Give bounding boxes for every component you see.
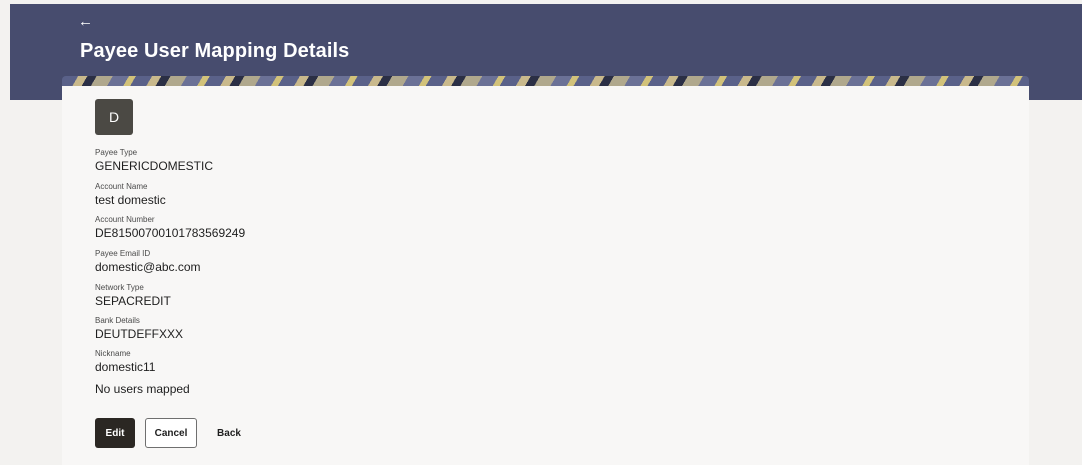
field-label: Account Name <box>95 182 148 191</box>
cancel-button[interactable]: Cancel <box>145 418 197 448</box>
back-button[interactable]: Back <box>212 418 246 448</box>
field-bank-details: Bank Details DEUTDEFFXXX <box>95 316 183 341</box>
no-users-message: No users mapped <box>95 382 190 396</box>
decorative-banner <box>62 76 1029 86</box>
field-account-name: Account Name test domestic <box>95 182 166 207</box>
field-value: GENERICDOMESTIC <box>95 159 214 173</box>
field-label: Network Type <box>95 283 144 292</box>
field-value: domestic@abc.com <box>95 260 201 274</box>
field-label: Payee Type <box>95 148 138 157</box>
field-value: domestic11 <box>95 360 156 374</box>
page-title: Payee User Mapping Details <box>80 40 350 62</box>
field-network-type: Network Type SEPACREDIT <box>95 283 171 308</box>
field-payee-type: Payee Type GENERICDOMESTIC <box>95 148 213 173</box>
back-arrow-icon[interactable]: ← <box>78 14 93 30</box>
field-label: Bank Details <box>95 316 140 325</box>
field-value: SEPACREDIT <box>95 294 171 308</box>
field-value: DE81500700101783569249 <box>95 226 246 240</box>
edit-button[interactable]: Edit <box>95 418 135 448</box>
avatar-initial: D <box>108 109 120 125</box>
details-card <box>62 86 1029 465</box>
field-value: DEUTDEFFXXX <box>95 327 184 341</box>
field-label: Payee Email ID <box>95 249 151 258</box>
field-payee-email: Payee Email ID domestic@abc.com <box>95 249 201 274</box>
field-account-number: Account Number DE81500700101783569249 <box>95 215 245 240</box>
field-label: Nickname <box>95 349 131 358</box>
field-nickname: Nickname domestic11 <box>95 349 155 374</box>
avatar: D <box>95 99 133 135</box>
field-value: test domestic <box>95 193 166 207</box>
field-label: Account Number <box>95 215 155 224</box>
